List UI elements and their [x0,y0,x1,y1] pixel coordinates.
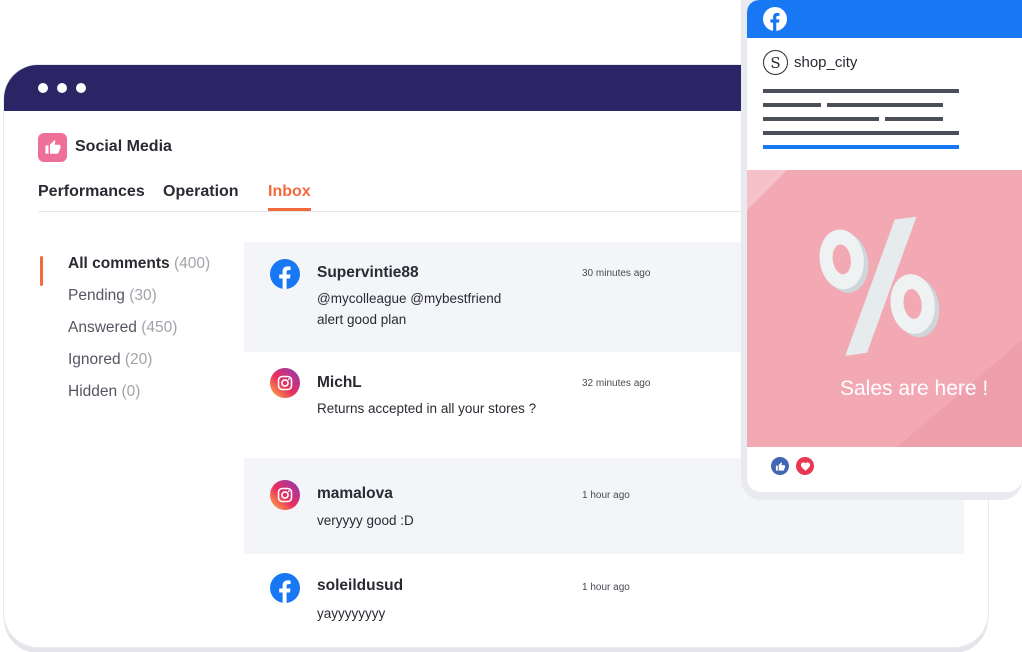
filter-label: All comments [68,255,170,272]
filter-pending[interactable]: Pending (30) [68,287,157,305]
comment-text: Returns accepted in all your stores ? [317,401,537,416]
filter-all-comments[interactable]: All comments (400) [68,255,210,273]
post-header [747,0,1022,38]
comment-author[interactable]: mamalova [317,485,393,503]
text-placeholder-line [763,117,879,121]
filter-hidden[interactable]: Hidden (0) [68,383,140,401]
post-account[interactable]: S shop_city [763,50,857,75]
filter-count: (20) [124,351,153,368]
facebook-icon [270,573,300,603]
filter-label: Hidden [68,383,118,400]
comment-time: 32 minutes ago [582,378,651,389]
app-title: Social Media [75,138,172,155]
filter-ignored[interactable]: Ignored (20) [68,351,152,369]
window-dot-icon[interactable] [76,83,86,93]
post-caption: Sales are here ! [840,377,989,400]
comment-text: veryyyy good :D [317,513,414,528]
comment-time: 1 hour ago [582,490,630,501]
instagram-icon [270,368,300,398]
percent-sign-icon [747,170,1022,447]
text-placeholder-line [763,131,959,135]
comment-author[interactable]: soleildusud [317,577,403,595]
post-image[interactable]: Sales are here ! [747,170,1022,447]
filter-label: Pending [68,287,125,304]
comment-time: 30 minutes ago [582,268,651,279]
comment-author[interactable]: Supervintie88 [317,264,419,282]
heart-icon[interactable] [796,457,814,475]
comment-text: yayyyyyyyy [317,606,386,621]
active-filter-indicator [40,256,43,286]
tab-operation[interactable]: Operation [163,183,239,211]
filter-count: (0) [121,383,141,400]
comment-item[interactable]: soleildusud 1 hour ago yayyyyyyyy [244,554,964,647]
filter-label: Ignored [68,351,121,368]
filter-count: (450) [141,319,178,336]
window-dot-icon[interactable] [38,83,48,93]
comment-time: 1 hour ago [582,582,630,593]
facebook-post-preview: S shop_city Sales are here ! [741,0,1022,500]
filter-answered[interactable]: Answered (450) [68,319,177,337]
tab-performances[interactable]: Performances [38,183,145,211]
text-placeholder-line [763,103,821,107]
text-placeholder-line [763,145,959,149]
facebook-icon [270,259,300,289]
app-header: Social Media [38,132,172,162]
tabs-divider [38,211,838,212]
instagram-icon [270,480,300,510]
text-placeholder-line [763,89,959,93]
comment-text: alert good plan [317,312,407,327]
like-icon[interactable] [771,457,789,475]
filter-count: (30) [129,287,157,304]
avatar: S [763,50,788,75]
window-dot-icon[interactable] [57,83,67,93]
comment-text: @mycolleague @mybestfriend [317,291,502,306]
post-handle: shop_city [794,54,858,71]
filter-count: (400) [173,255,211,272]
comment-author[interactable]: MichL [317,374,362,392]
text-placeholder-line [885,117,943,121]
filter-label: Answered [68,319,137,336]
post-card: S shop_city Sales are here ! [747,0,1022,492]
facebook-icon [763,7,787,31]
thumbs-up-icon [38,132,67,162]
text-placeholder-line [827,103,943,107]
tab-inbox[interactable]: Inbox [268,183,311,211]
